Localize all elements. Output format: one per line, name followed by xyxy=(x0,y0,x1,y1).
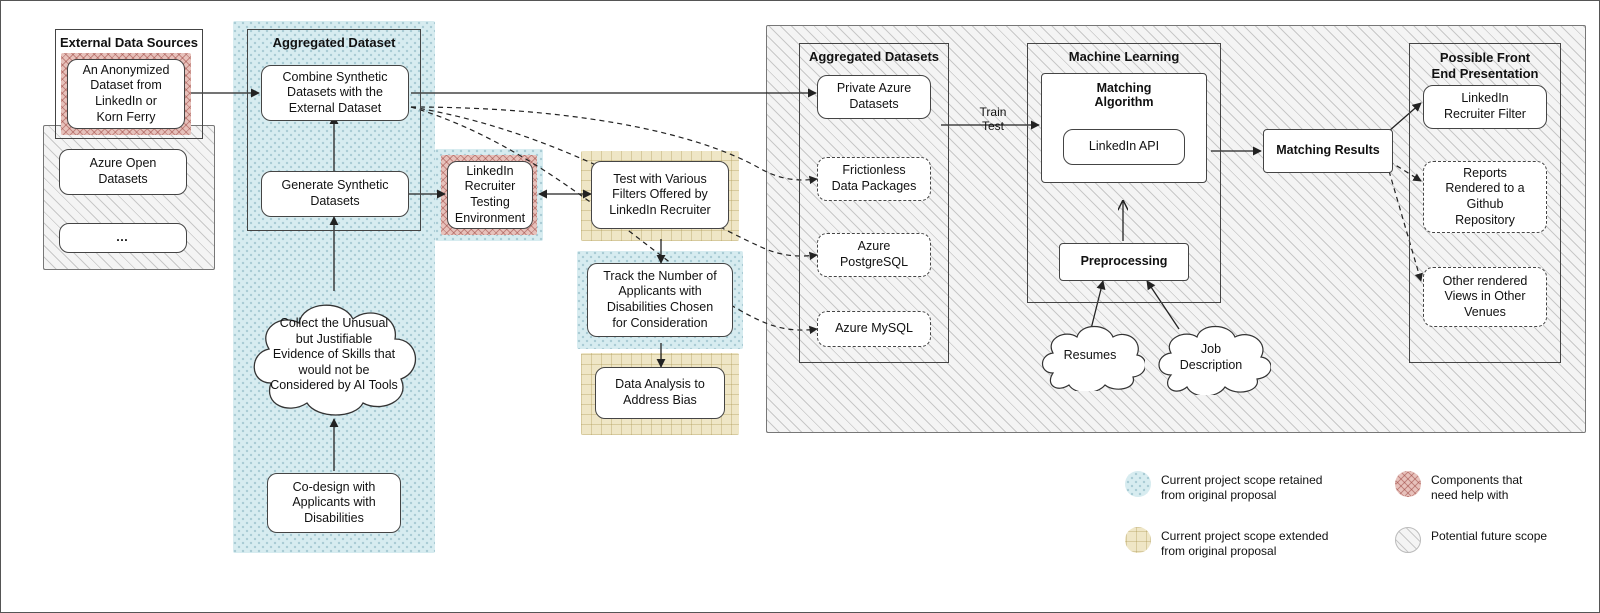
label-matching-algo: Matching Algorithm xyxy=(1041,81,1207,109)
label-collect-cloud: Collect the Unusual but Justifiable Evid… xyxy=(256,316,412,394)
legend-swatch-grey xyxy=(1395,527,1421,553)
diagram-canvas: External Data Sources Aggregated Dataset… xyxy=(0,0,1600,613)
node-private-azure: Private Azure Datasets xyxy=(817,75,931,119)
legend-swatch-blue xyxy=(1125,471,1151,497)
label-resumes: Resumes xyxy=(1050,348,1131,364)
node-frictionless: Frictionless Data Packages xyxy=(817,157,931,201)
header-aggregated-datasets: Aggregated Datasets xyxy=(809,43,939,74)
legend-label-blue: Current project scope retained from orig… xyxy=(1161,471,1322,503)
node-linkedin-api: LinkedIn API xyxy=(1063,129,1185,165)
node-ellipsis: … xyxy=(59,223,187,253)
node-generate: Generate Synthetic Datasets xyxy=(261,171,409,217)
node-matching-results: Matching Results xyxy=(1263,129,1393,173)
legend-label-red: Components that need help with xyxy=(1431,471,1522,503)
node-azure-open: Azure Open Datasets xyxy=(59,149,187,195)
node-azure-mysql: Azure MySQL xyxy=(817,311,931,347)
node-azure-pg: Azure PostgreSQL xyxy=(817,233,931,277)
node-recruiter-filter: LinkedIn Recruiter Filter xyxy=(1423,85,1547,129)
node-resumes-cloud: Resumes xyxy=(1035,321,1145,391)
node-anon-dataset: An Anonymized Dataset from LinkedIn or K… xyxy=(67,59,185,129)
node-recruiter-env: LinkedIn Recruiter Testing Environment xyxy=(447,161,533,229)
node-collect-cloud: Collect the Unusual but Justifiable Evid… xyxy=(243,291,425,419)
node-data-analysis: Data Analysis to Address Bias xyxy=(595,367,725,419)
legend-swatch-red xyxy=(1395,471,1421,497)
legend-label-yellow: Current project scope extended from orig… xyxy=(1161,527,1328,559)
node-track-number: Track the Number of Applicants with Disa… xyxy=(587,263,733,337)
node-codesign: Co-design with Applicants with Disabilit… xyxy=(267,473,401,533)
edge-label-train-test: Train Test xyxy=(965,105,1021,134)
header-aggregated-dataset: Aggregated Dataset xyxy=(273,29,396,60)
node-combine: Combine Synthetic Datasets with the Exte… xyxy=(261,65,409,121)
legend: Current project scope retained from orig… xyxy=(1125,471,1585,591)
legend-label-grey: Potential future scope xyxy=(1431,527,1547,544)
node-reports-github: Reports Rendered to a Github Repository xyxy=(1423,161,1547,233)
node-test-filters: Test with Various Filters Offered by Lin… xyxy=(591,161,729,229)
node-preprocessing: Preprocessing xyxy=(1059,243,1189,281)
node-other-views: Other rendered Views in Other Venues xyxy=(1423,267,1547,327)
node-jobdesc-cloud: Job Description xyxy=(1151,321,1271,395)
legend-swatch-yellow xyxy=(1125,527,1151,553)
label-jobdesc: Job Description xyxy=(1166,342,1257,373)
header-machine-learning: Machine Learning xyxy=(1069,43,1180,74)
header-external-sources: External Data Sources xyxy=(60,29,198,60)
